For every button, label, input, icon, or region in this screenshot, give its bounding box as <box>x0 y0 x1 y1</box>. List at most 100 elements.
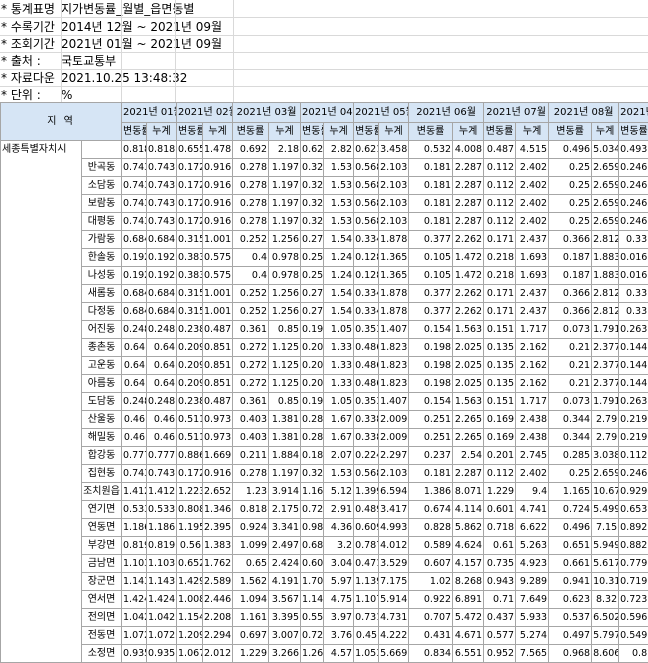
cumulative-cell: 2.377 <box>592 375 619 393</box>
cumulative-cell: 4.57 <box>324 645 354 663</box>
region-name: 부강면 <box>82 537 122 555</box>
rate-cell: 0.377 <box>409 231 453 249</box>
cumulative-cell: 3.04 <box>324 555 354 573</box>
cumulative-cell: 2.103 <box>379 177 409 195</box>
table-row: 소담동0.7430.7430.1720.9160.2781.1970.3261.… <box>1 177 648 195</box>
region-name: 한솔동 <box>82 249 122 267</box>
cumulative-cell: 4.157 <box>453 555 484 573</box>
cumulative-cell: 6.502 <box>592 609 619 627</box>
rate-cell: 1.223 <box>177 483 203 501</box>
region-name: 금남면 <box>82 555 122 573</box>
rate-cell: 0.724 <box>549 501 592 519</box>
cumulative-header: 누계 <box>516 123 549 141</box>
cumulative-cell: 1.717 <box>516 321 549 339</box>
rate-cell: 0.326 <box>301 465 324 483</box>
meta-key: * 통계표명 <box>1 0 55 18</box>
cumulative-cell: 0.743 <box>147 195 177 213</box>
cumulative-cell: 4.114 <box>453 501 484 519</box>
cumulative-cell: 1.693 <box>516 249 549 267</box>
table-row: 금남면1.1031.1030.6521.7620.652.4240.6053.0… <box>1 555 648 573</box>
rate-cell: 0.315 <box>177 303 203 321</box>
cumulative-cell: 5.12 <box>324 483 354 501</box>
rate-cell: 1.412 <box>122 483 147 501</box>
rate-cell: 0.246 <box>619 465 648 483</box>
region-name: 보람동 <box>82 195 122 213</box>
rate-cell: 0.218 <box>484 249 516 267</box>
meta-row: * 통계표명지가변동률_월별_읍면동별 <box>0 0 648 18</box>
cumulative-cell: 2.377 <box>592 357 619 375</box>
cumulative-cell: 0.916 <box>203 159 233 177</box>
cumulative-cell: 5.949 <box>592 537 619 555</box>
rate-cell: 0.154 <box>409 321 453 339</box>
cumulative-cell: 7.15 <box>592 519 619 537</box>
rate-cell: 1.053 <box>354 645 379 663</box>
rate-cell: 0.487 <box>484 141 516 159</box>
rate-cell: 0.344 <box>549 429 592 447</box>
cumulative-cell: 2.659 <box>592 195 619 213</box>
cumulative-cell: 0.487 <box>203 321 233 339</box>
rate-cell: 0.272 <box>233 375 269 393</box>
region-level1-empty <box>1 177 82 195</box>
rate-cell: 0.279 <box>301 231 324 249</box>
table-row: 전의면1.0421.0421.1542.2081.1613.3950.5583.… <box>1 609 648 627</box>
rate-cell: 0.787 <box>354 537 379 555</box>
cumulative-cell: 2.745 <box>516 447 549 465</box>
rate-cell: 0.653 <box>619 501 648 519</box>
rate-header: 변동률 <box>177 123 203 141</box>
region-name: 합강동 <box>82 447 122 465</box>
rate-cell: 0.71 <box>484 591 516 609</box>
cumulative-cell: 1.53 <box>324 159 354 177</box>
cumulative-cell: 0.916 <box>203 195 233 213</box>
rate-cell: 0.558 <box>301 609 324 627</box>
gridline <box>121 35 122 53</box>
gridline <box>233 0 234 18</box>
cumulative-cell: 1.878 <box>379 303 409 321</box>
region-name <box>82 141 122 159</box>
cumulative-cell: 3.395 <box>269 609 301 627</box>
region-name: 해밀동 <box>82 429 122 447</box>
cumulative-cell: 1.33 <box>324 339 354 357</box>
rate-cell: 0.686 <box>301 537 324 555</box>
cumulative-cell: 1.256 <box>269 231 301 249</box>
rate-cell: 1.02 <box>409 573 453 591</box>
rate-cell: 0.377 <box>409 303 453 321</box>
table-row: 고운동0.640.640.2090.8510.2721.1250.2031.33… <box>1 357 648 375</box>
rate-cell: 0.743 <box>122 177 147 195</box>
rate-cell: 0.377 <box>409 285 453 303</box>
rate-cell: 0.135 <box>484 375 516 393</box>
rate-cell: 1.261 <box>301 645 324 663</box>
rate-cell: 0.403 <box>233 429 269 447</box>
rate-cell: 0.181 <box>301 447 324 465</box>
rate-cell: 0.652 <box>177 555 203 573</box>
rate-header: 변동률 <box>354 123 379 141</box>
rate-cell: 0.252 <box>233 231 269 249</box>
gridline <box>121 0 122 18</box>
region-level1-empty <box>1 483 82 501</box>
rate-cell: 0.943 <box>484 573 516 591</box>
rate-cell: 0.834 <box>409 645 453 663</box>
rate-cell: 0.818 <box>233 501 269 519</box>
rate-cell: 0.198 <box>409 375 453 393</box>
meta-value: 2021.10.25 13:48:32 <box>61 69 187 87</box>
cumulative-cell: 0.85 <box>269 321 301 339</box>
cumulative-cell: 0.46 <box>147 429 177 447</box>
region-name: 종촌동 <box>82 339 122 357</box>
cumulative-cell: 2.297 <box>379 447 409 465</box>
rate-cell: 0.609 <box>354 519 379 537</box>
cumulative-cell: 2.262 <box>453 285 484 303</box>
cumulative-cell: 1.125 <box>269 357 301 375</box>
cumulative-cell: 1.256 <box>269 285 301 303</box>
rate-cell: 0.172 <box>177 177 203 195</box>
rate-cell: 1.424 <box>122 591 147 609</box>
cumulative-cell: 2.287 <box>453 195 484 213</box>
rate-cell: 0.338 <box>354 411 379 429</box>
rate-cell: 0.112 <box>484 159 516 177</box>
rate-cell: 0.272 <box>233 339 269 357</box>
rate-cell: 1.399 <box>354 483 379 501</box>
cumulative-cell: 0.487 <box>203 393 233 411</box>
rate-cell: 0.383 <box>177 249 203 267</box>
rate-cell: 0.33 <box>619 231 648 249</box>
region-name: 나성동 <box>82 267 122 285</box>
gridline <box>61 69 62 87</box>
cumulative-cell: 5.862 <box>453 519 484 537</box>
